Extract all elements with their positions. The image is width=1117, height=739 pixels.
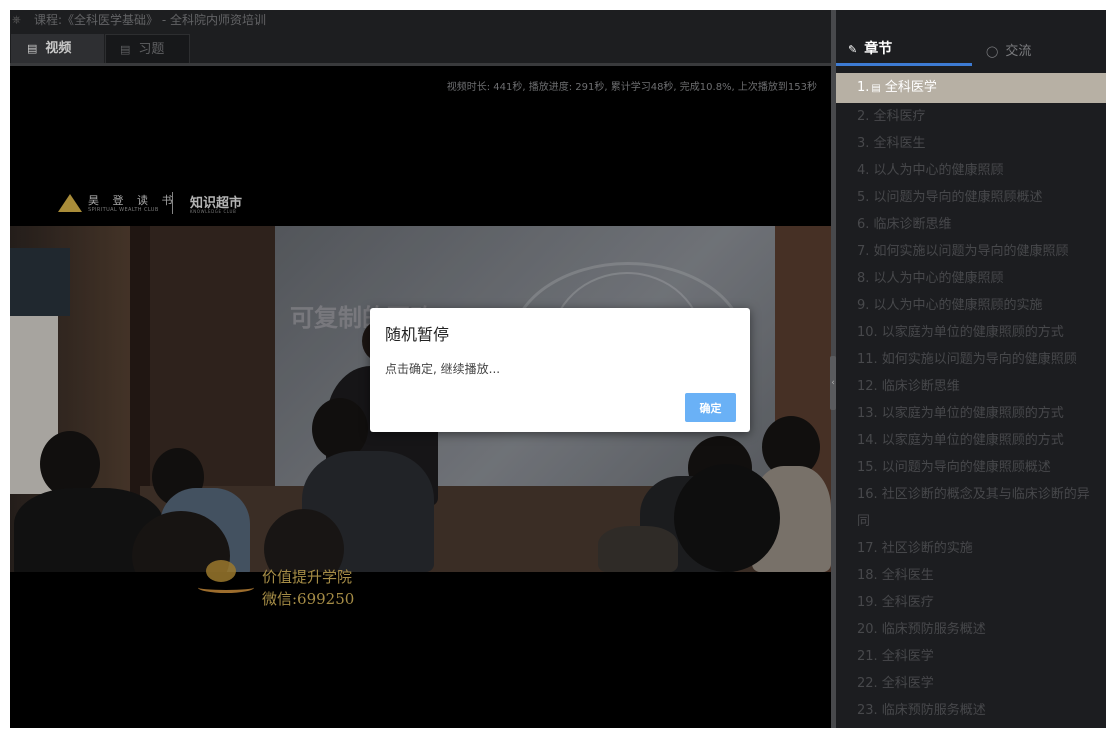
chat-icon: ◯: [986, 45, 999, 58]
chapter-item[interactable]: 11. 如何实施以问题为导向的健康照顾: [836, 346, 1106, 373]
dialog-message: 点击确定, 继续播放...: [385, 362, 501, 376]
chapter-item[interactable]: 15. 以问题为导向的健康照顾概述: [836, 454, 1106, 481]
chapter-title: 全科医学: [884, 80, 937, 95]
chapter-item[interactable]: 20. 临床预防服务概述: [836, 616, 1106, 643]
chapter-icon: ✎: [848, 43, 858, 56]
chapter-item[interactable]: 13. 以家庭为单位的健康照顾的方式: [836, 400, 1106, 427]
tab-chapters-label: 章节: [864, 41, 893, 57]
tab-discussion[interactable]: ◯ 交流: [986, 40, 1031, 59]
dialog-title: 随机暂停: [385, 325, 450, 344]
sidebar: ✎ 章节 ◯ 交流 1. ▤ 全科医学 2. 全科医疗 3. 全科医生 4. 以人为中心的健康…: [836, 10, 1106, 728]
chapter-item[interactable]: 14. 以家庭为单位的健康照顾的方式: [836, 427, 1106, 454]
chapter-item[interactable]: 3. 全科医生: [836, 130, 1106, 157]
app-window: ⎈ 课程:《全科医学基础》 - 全科院内师资培训 ▤ 视频 ▤ 习题 视频时长: 4…: [10, 10, 1106, 728]
chapter-item[interactable]: 5. 以问题为导向的健康照顾概述: [836, 184, 1106, 211]
chapter-item[interactable]: 21. 全科医学: [836, 643, 1106, 670]
chapter-item[interactable]: 19. 全科医疗: [836, 589, 1106, 616]
chapter-item[interactable]: 18. 全科医生: [836, 562, 1106, 589]
chapter-item[interactable]: 12. 临床诊断思维: [836, 373, 1106, 400]
chapter-item[interactable]: 23. 临床预防服务概述: [836, 697, 1106, 724]
chapter-item[interactable]: 8. 以人为中心的健康照顾: [836, 265, 1106, 292]
confirm-button[interactable]: 确定: [685, 393, 736, 422]
chapter-list: 1. ▤ 全科医学 2. 全科医疗 3. 全科医生 4. 以人为中心的健康照顾 5. 以问题…: [836, 73, 1106, 724]
chapter-item[interactable]: 2. 全科医疗: [836, 103, 1106, 130]
chapter-item[interactable]: 10. 以家庭为单位的健康照顾的方式: [836, 319, 1106, 346]
chapter-item[interactable]: 6. 临床诊断思维: [836, 211, 1106, 238]
chapter-item[interactable]: 1. ▤ 全科医学: [836, 73, 1106, 103]
player-pane: ⎈ 课程:《全科医学基础》 - 全科院内师资培训 ▤ 视频 ▤ 习题 视频时长: 4…: [10, 10, 831, 728]
chapter-item[interactable]: 7. 如何实施以问题为导向的健康照顾: [836, 238, 1106, 265]
chapter-item[interactable]: 22. 全科医学: [836, 670, 1106, 697]
chapter-item[interactable]: 16. 社区诊断的概念及其与临床诊断的异同: [836, 481, 1106, 535]
chapter-item[interactable]: 9. 以人为中心的健康照顾的实施: [836, 292, 1106, 319]
chapter-number: 1.: [857, 80, 870, 95]
sidebar-tabs: ✎ 章节 ◯ 交流: [836, 10, 1106, 68]
chapter-item[interactable]: 17. 社区诊断的实施: [836, 535, 1106, 562]
video-icon: ▤: [871, 83, 881, 94]
chapter-item[interactable]: 4. 以人为中心的健康照顾: [836, 157, 1106, 184]
random-pause-dialog: 随机暂停 点击确定, 继续播放... 确定: [370, 308, 750, 432]
tab-chapters[interactable]: ✎ 章节: [848, 38, 892, 58]
tab-discussion-label: 交流: [1005, 44, 1032, 59]
active-tab-indicator: [836, 63, 972, 66]
